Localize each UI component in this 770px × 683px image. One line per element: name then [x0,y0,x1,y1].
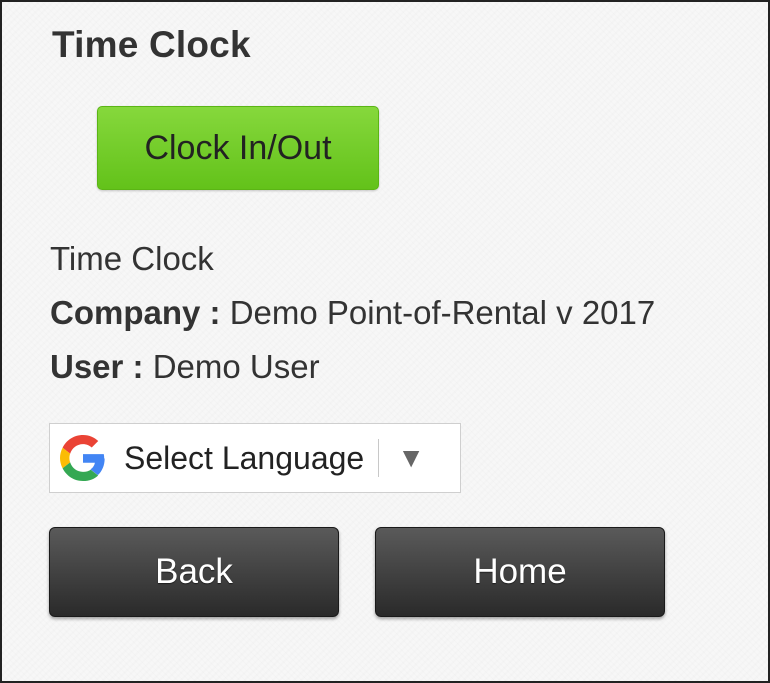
user-label: User : [50,348,144,385]
company-label: Company : [50,294,221,331]
user-value: Demo User [152,348,320,385]
language-select-divider [378,439,380,477]
back-button[interactable]: Back [49,527,339,617]
company-row: Company : Demo Point-of-Rental v 2017 [50,294,655,332]
time-clock-panel: Time Clock Clock In/Out Time Clock Compa… [0,0,770,683]
company-value: Demo Point-of-Rental v 2017 [229,294,656,331]
section-label: Time Clock [50,240,214,277]
home-button[interactable]: Home [375,527,665,617]
google-g-icon [60,435,105,481]
clock-in-out-button[interactable]: Clock In/Out [97,106,379,190]
user-row: User : Demo User [50,348,320,386]
language-select-label: Select Language [124,439,365,476]
dropdown-arrow-icon[interactable]: ▼ [397,444,425,472]
language-select[interactable]: Select Language ▼ [49,423,461,493]
page-title: Time Clock [52,24,251,65]
